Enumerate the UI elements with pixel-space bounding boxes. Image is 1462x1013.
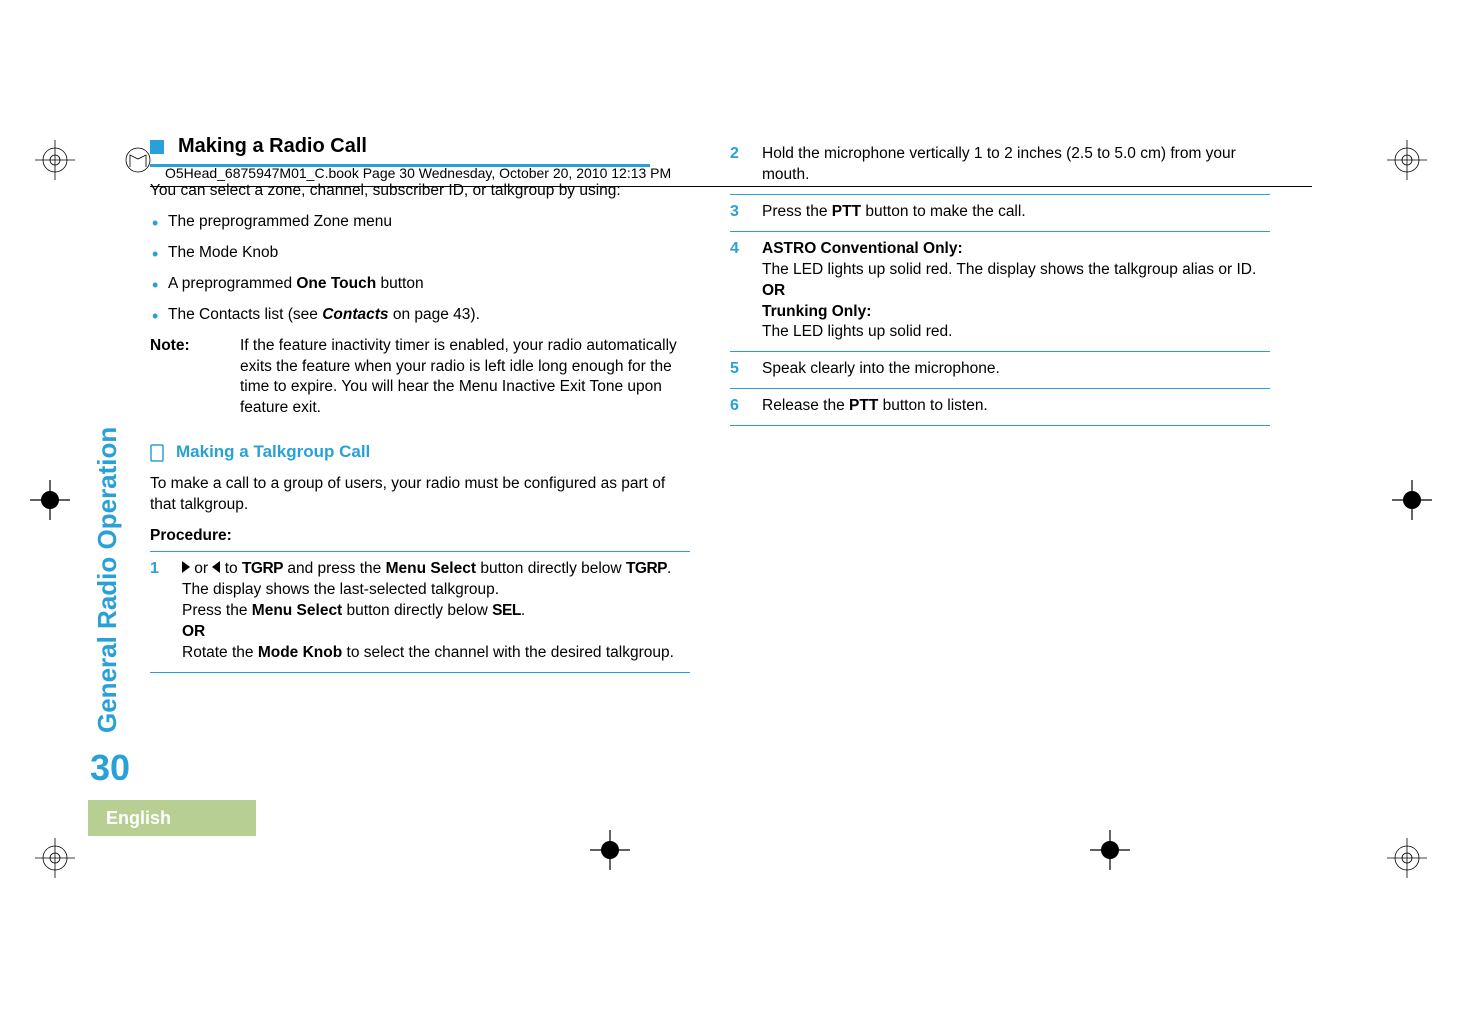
text-bold: Menu Select — [386, 560, 476, 577]
text: A preprogrammed — [168, 275, 296, 292]
text-bold: Trunking Only: — [762, 303, 871, 320]
subsection-heading: Making a Talkgroup Call — [150, 441, 690, 464]
reg-mark-icon — [1387, 140, 1427, 180]
page-number: 30 — [90, 744, 130, 793]
step-number: 3 — [730, 201, 748, 223]
page: O5Head_6875947M01_C.book Page 30 Wednesd… — [0, 0, 1462, 1013]
side-section-label: General Radio Operation — [90, 365, 130, 745]
text-bold: OR — [762, 282, 785, 299]
text-bold: OR — [182, 623, 205, 640]
text: or — [190, 560, 212, 577]
crosshair-icon — [1090, 830, 1130, 870]
text-bold: Mode Knob — [258, 644, 342, 661]
text: button directly below — [476, 560, 626, 577]
list-item: The preprogrammed Zone menu — [150, 212, 690, 233]
text: The Contacts list (see — [168, 306, 322, 323]
step-body: Release the PTT button to listen. — [762, 395, 1270, 417]
text: Press the — [182, 602, 252, 619]
sub-intro-text: To make a call to a group of users, your… — [150, 474, 690, 516]
crosshair-icon — [1392, 480, 1432, 520]
text-bolditalic: Contacts — [322, 306, 388, 323]
procedure-step: 6 Release the PTT button to listen. — [730, 388, 1270, 426]
procedure-label: Procedure: — [150, 526, 690, 547]
text: The LED lights up solid red. The display… — [762, 261, 1256, 278]
step-number: 4 — [730, 238, 748, 344]
text: to — [220, 560, 242, 577]
procedure-step: 5 Speak clearly into the microphone. — [730, 351, 1270, 388]
step-body: Hold the microphone vertically 1 to 2 in… — [762, 143, 1270, 186]
bullet-list: The preprogrammed Zone menu The Mode Kno… — [150, 212, 690, 326]
text-bold: ASTRO Conventional Only: — [762, 240, 963, 257]
book-spine-icon — [125, 147, 151, 173]
reg-mark-icon — [35, 140, 75, 180]
text: and press the — [283, 560, 386, 577]
intro-text: You can select a zone, channel, subscrib… — [150, 181, 690, 202]
text: on page 43). — [389, 306, 480, 323]
ui-label: SEL — [492, 602, 521, 619]
note-body: If the feature inactivity timer is enabl… — [240, 336, 690, 420]
step-number: 5 — [730, 358, 748, 380]
section-rule — [150, 164, 650, 167]
step-body: Press the PTT button to make the call. — [762, 201, 1270, 223]
language-bar: English — [88, 800, 256, 836]
text: to select the channel with the desired t… — [342, 644, 674, 661]
text-bold: Menu Select — [252, 602, 342, 619]
text: button to make the call. — [861, 203, 1026, 220]
crosshair-icon — [590, 830, 630, 870]
list-item: The Mode Knob — [150, 243, 690, 264]
step-number: 1 — [150, 558, 168, 664]
square-bullet-icon — [150, 140, 164, 154]
text: button — [376, 275, 423, 292]
right-column: 2 Hold the microphone vertically 1 to 2 … — [730, 137, 1270, 673]
text: Rotate the — [182, 644, 258, 661]
text: . — [667, 560, 671, 577]
document-icon — [150, 444, 164, 462]
subsection-heading-text: Making a Talkgroup Call — [176, 441, 370, 464]
text: Press the — [762, 203, 832, 220]
left-column: Making a Radio Call You can select a zon… — [150, 115, 690, 673]
right-arrow-icon — [182, 561, 190, 573]
ui-label: TGRP — [242, 560, 283, 577]
text: The display shows the last-selected talk… — [182, 581, 499, 598]
step-body: ASTRO Conventional Only: The LED lights … — [762, 238, 1270, 344]
text-bold: One Touch — [296, 275, 376, 292]
procedure-step: 1 or to TGRP and press the Menu Select b… — [150, 551, 690, 673]
note-block: Note: If the feature inactivity timer is… — [150, 336, 690, 420]
crosshair-icon — [30, 480, 70, 520]
text: Release the — [762, 397, 849, 414]
section-heading: Making a Radio Call — [150, 133, 690, 160]
text-bold: PTT — [849, 397, 878, 414]
text: button directly below — [342, 602, 492, 619]
side-section-text: General Radio Operation — [90, 427, 125, 733]
text-bold: PTT — [832, 203, 861, 220]
list-item: A preprogrammed One Touch button — [150, 274, 690, 295]
reg-mark-icon — [35, 838, 75, 878]
section-heading-text: Making a Radio Call — [178, 133, 367, 160]
reg-mark-icon — [1387, 838, 1427, 878]
note-label: Note: — [150, 336, 210, 420]
content-columns: Making a Radio Call You can select a zon… — [150, 115, 1300, 673]
text: . — [521, 602, 525, 619]
step-body: Speak clearly into the microphone. — [762, 358, 1270, 380]
text: button to listen. — [878, 397, 987, 414]
step-number: 6 — [730, 395, 748, 417]
step-body: or to TGRP and press the Menu Select but… — [182, 558, 690, 664]
list-item: The Contacts list (see Contacts on page … — [150, 305, 690, 326]
ui-label: TGRP — [626, 560, 667, 577]
procedure-step: 3 Press the PTT button to make the call. — [730, 194, 1270, 231]
step-number: 2 — [730, 143, 748, 186]
procedure-step: 4 ASTRO Conventional Only: The LED light… — [730, 231, 1270, 352]
text: The LED lights up solid red. — [762, 323, 952, 340]
procedure-step: 2 Hold the microphone vertically 1 to 2 … — [730, 137, 1270, 194]
